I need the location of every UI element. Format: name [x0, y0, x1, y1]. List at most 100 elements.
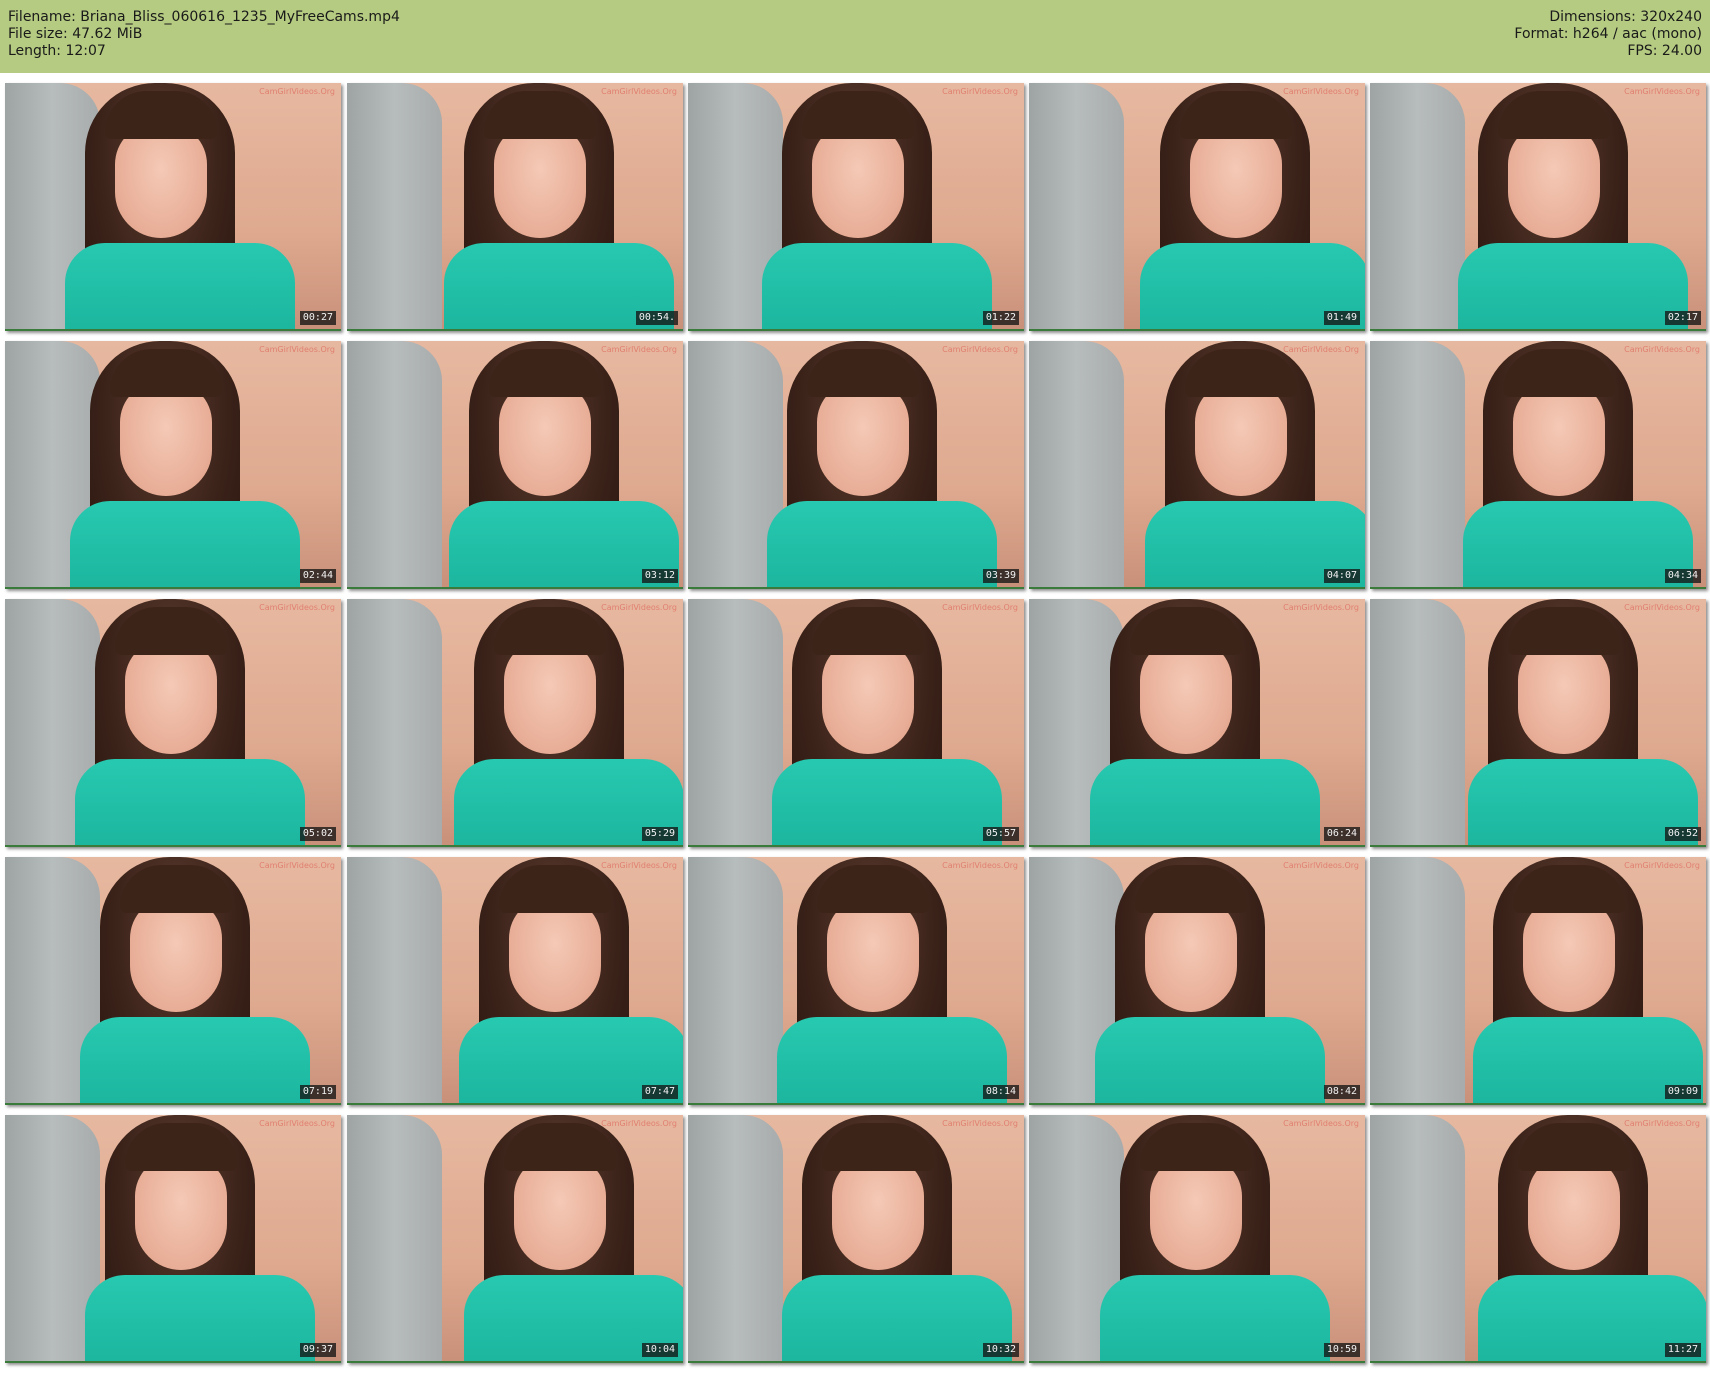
- thumbnail-image: [494, 123, 586, 238]
- thumbnail-image: [817, 865, 929, 913]
- thumbnail-image: [105, 91, 217, 139]
- watermark-text: CamGirlVideos.Org: [601, 87, 677, 96]
- thumbnail-image: [125, 639, 217, 754]
- thumbnail-border: [347, 587, 683, 589]
- thumbnail-border: [688, 1103, 1024, 1105]
- thumbnail-image: [504, 639, 596, 754]
- thumbnail-image: [1518, 639, 1610, 754]
- watermark-text: CamGirlVideos.Org: [1283, 603, 1359, 612]
- video-thumbnail: CamGirlVideos.Org 04:34: [1370, 341, 1706, 589]
- thumbnail-image: [484, 91, 596, 139]
- video-thumbnail: CamGirlVideos.Org 00:54.: [347, 83, 683, 331]
- video-thumbnail: CamGirlVideos.Org 10:04: [347, 1115, 683, 1363]
- thumbnail-image: [1503, 349, 1615, 397]
- timestamp-badge: 08:42: [1323, 1085, 1360, 1099]
- video-thumbnail: CamGirlVideos.Org 11:27: [1370, 1115, 1706, 1363]
- watermark-text: CamGirlVideos.Org: [1624, 87, 1700, 96]
- thumbnail-border: [688, 845, 1024, 847]
- thumbnail-image: [807, 349, 919, 397]
- thumbnail-image: [80, 1017, 310, 1105]
- thumbnail-border: [347, 1103, 683, 1105]
- watermark-text: CamGirlVideos.Org: [1283, 87, 1359, 96]
- thumbnail-image: [1370, 341, 1465, 589]
- thumbnail-border: [347, 329, 683, 331]
- thumbnail-image: [802, 91, 914, 139]
- watermark-text: CamGirlVideos.Org: [259, 861, 335, 870]
- video-thumbnail: CamGirlVideos.Org 06:24: [1029, 599, 1365, 847]
- thumbnail-image: [1130, 607, 1242, 655]
- timestamp-badge: 11:27: [1664, 1343, 1701, 1357]
- info-right: Dimensions: 320x240 Format: h264 / aac (…: [1514, 9, 1702, 60]
- video-thumbnail: CamGirlVideos.Org 10:32: [688, 1115, 1024, 1363]
- thumbnail-image: [489, 349, 601, 397]
- watermark-text: CamGirlVideos.Org: [942, 603, 1018, 612]
- thumbnail-border: [688, 587, 1024, 589]
- watermark-text: CamGirlVideos.Org: [259, 603, 335, 612]
- watermark-text: CamGirlVideos.Org: [259, 87, 335, 96]
- info-header: Filename: Briana_Bliss_060616_1235_MyFre…: [0, 0, 1710, 73]
- timestamp-badge: 04:07: [1323, 569, 1360, 583]
- watermark-text: CamGirlVideos.Org: [259, 345, 335, 354]
- thumbnail-image: [1135, 865, 1247, 913]
- thumbnail-image: [1180, 91, 1292, 139]
- thumbnail-image: [1513, 381, 1605, 496]
- video-thumbnail: CamGirlVideos.Org 09:37: [5, 1115, 341, 1363]
- thumbnail-image: [504, 1123, 616, 1171]
- thumbnail-image: [347, 857, 442, 1105]
- video-thumbnail: CamGirlVideos.Org 05:29: [347, 599, 683, 847]
- thumbnail-border: [1029, 1103, 1365, 1105]
- watermark-text: CamGirlVideos.Org: [1624, 603, 1700, 612]
- thumbnail-image: [120, 381, 212, 496]
- timestamp-badge: 10:59: [1323, 1343, 1360, 1357]
- watermark-text: CamGirlVideos.Org: [942, 87, 1018, 96]
- thumbnail-image: [1190, 123, 1282, 238]
- thumbnail-image: [70, 501, 300, 589]
- video-thumbnail: CamGirlVideos.Org 05:57: [688, 599, 1024, 847]
- watermark-text: CamGirlVideos.Org: [601, 861, 677, 870]
- thumbnail-image: [1140, 1123, 1252, 1171]
- watermark-text: CamGirlVideos.Org: [601, 1119, 677, 1128]
- video-thumbnail: CamGirlVideos.Org 01:22: [688, 83, 1024, 331]
- video-thumbnail: CamGirlVideos.Org 06:52: [1370, 599, 1706, 847]
- thumbnail-image: [347, 341, 442, 589]
- thumbnail-image: [777, 1017, 1007, 1105]
- thumbnail-image: [1370, 857, 1465, 1105]
- thumbnail-border: [1370, 587, 1706, 589]
- thumbnail-image: [688, 1115, 783, 1363]
- watermark-text: CamGirlVideos.Org: [942, 1119, 1018, 1128]
- info-left: Filename: Briana_Bliss_060616_1235_MyFre…: [8, 9, 400, 60]
- watermark-text: CamGirlVideos.Org: [1283, 1119, 1359, 1128]
- thumbnail-image: [1370, 599, 1465, 847]
- dimensions-text: Dimensions: 320x240: [1549, 9, 1702, 25]
- watermark-text: CamGirlVideos.Org: [1624, 345, 1700, 354]
- format-text: Format: h264 / aac (mono): [1514, 26, 1702, 42]
- thumbnail-border: [5, 329, 341, 331]
- timestamp-badge: 03:39: [982, 569, 1019, 583]
- timestamp-badge: 05:29: [641, 827, 678, 841]
- thumbnail-image: [494, 607, 606, 655]
- thumbnail-image: [688, 857, 783, 1105]
- timestamp-badge: 06:24: [1323, 827, 1360, 841]
- watermark-text: CamGirlVideos.Org: [1624, 1119, 1700, 1128]
- timestamp-badge: 02:17: [1664, 311, 1701, 325]
- thumbnail-image: [1150, 1155, 1242, 1270]
- thumbnail-image: [1095, 1017, 1325, 1105]
- timestamp-badge: 00:27: [299, 311, 336, 325]
- thumbnail-image: [1140, 639, 1232, 754]
- video-thumbnail: CamGirlVideos.Org 03:12: [347, 341, 683, 589]
- thumbnail-border: [1370, 845, 1706, 847]
- timestamp-badge: 08:14: [982, 1085, 1019, 1099]
- thumbnail-image: [1513, 865, 1625, 913]
- thumbnail-image: [1498, 91, 1610, 139]
- thumbnail-image: [1145, 897, 1237, 1012]
- thumbnail-image: [1523, 897, 1615, 1012]
- filesize-text: File size: 47.62 MiB: [8, 26, 143, 42]
- watermark-text: CamGirlVideos.Org: [601, 345, 677, 354]
- watermark-text: CamGirlVideos.Org: [259, 1119, 335, 1128]
- thumbnail-image: [767, 501, 997, 589]
- fps-text: FPS: 24.00: [1627, 43, 1702, 59]
- video-thumbnail: CamGirlVideos.Org 07:47: [347, 857, 683, 1105]
- watermark-text: CamGirlVideos.Org: [1283, 345, 1359, 354]
- thumbnail-image: [832, 1155, 924, 1270]
- video-thumbnail: CamGirlVideos.Org 04:07: [1029, 341, 1365, 589]
